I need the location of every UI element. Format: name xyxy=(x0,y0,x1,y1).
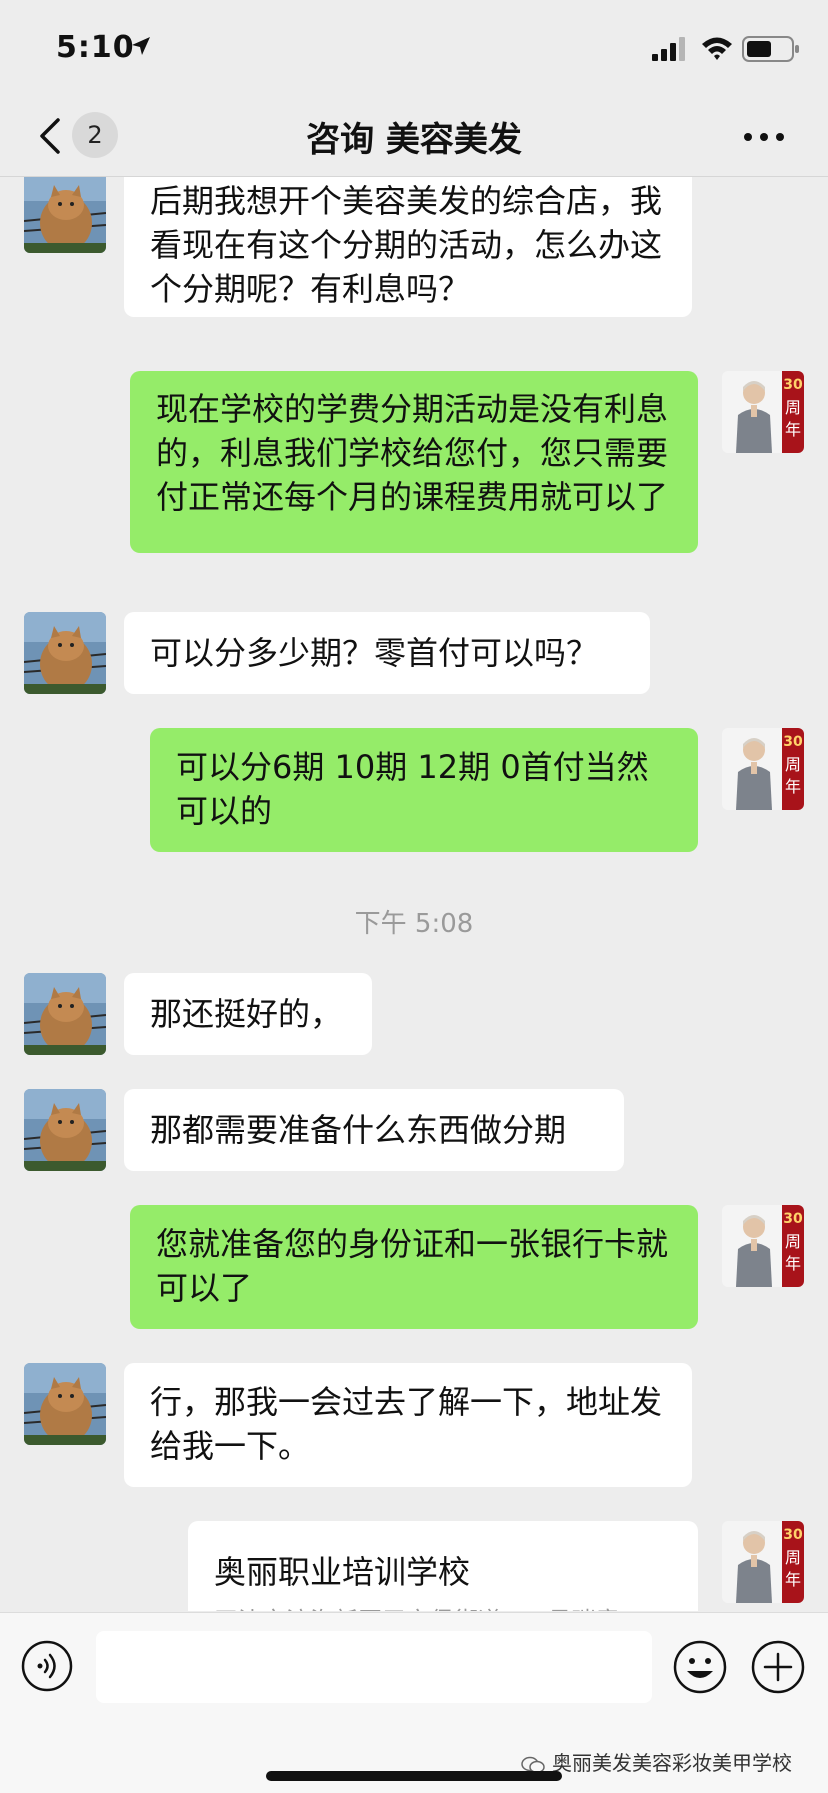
watermark: 奥丽美发美容彩妆美甲学校 xyxy=(520,1747,820,1776)
svg-text:周: 周 xyxy=(785,755,801,774)
contact-avatar[interactable] xyxy=(24,177,106,253)
svg-text:年: 年 xyxy=(785,1570,801,1589)
status-bar: 5:10 xyxy=(0,0,828,100)
time-divider: 下午 5:08 xyxy=(354,909,474,939)
chat-area[interactable]: 后期我想开个美容美发的综合店，我看现在有这个分期的活动，怎么办这个分期呢？有利息… xyxy=(0,177,828,1611)
cat-photo-icon xyxy=(24,177,106,253)
message-text: 那还挺好的， xyxy=(150,995,343,1033)
svg-text:年: 年 xyxy=(785,1254,801,1273)
received-message-bubble[interactable]: 可以分多少期？零首付可以吗？ xyxy=(124,612,650,694)
svg-text:周: 周 xyxy=(785,1548,801,1567)
teacher-photo-icon: 30 周年 xyxy=(722,728,804,810)
self-avatar[interactable]: 30 周年 xyxy=(722,371,804,453)
svg-text:30: 30 xyxy=(783,1527,803,1543)
message-text: 后期我想开个美容美发的综合店，我看现在有这个分期的活动，怎么办这个分期呢？有利息… xyxy=(150,182,663,308)
received-message-bubble[interactable]: 那还挺好的， xyxy=(124,973,372,1055)
contact-avatar[interactable] xyxy=(24,612,106,694)
received-message-bubble[interactable]: 后期我想开个美容美发的综合店，我看现在有这个分期的活动，怎么办这个分期呢？有利息… xyxy=(124,177,692,317)
home-indicator xyxy=(266,1771,562,1781)
message-text: 您就准备您的身份证和一张银行卡就可以了 xyxy=(156,1225,669,1307)
svg-text:周: 周 xyxy=(785,398,801,417)
sent-message-bubble[interactable]: 您就准备您的身份证和一张银行卡就可以了 xyxy=(130,1205,698,1329)
wifi-icon xyxy=(702,37,732,60)
contact-avatar[interactable] xyxy=(24,1363,106,1445)
status-time: 5:10 xyxy=(56,30,135,65)
cat-photo-icon xyxy=(24,973,106,1055)
nav-bar: 2 咨询 美容美发 xyxy=(0,100,828,177)
more-icon[interactable] xyxy=(742,130,786,144)
location-address: 天津市滨海新区于家堡街道588号瑞意… xyxy=(214,1601,654,1611)
svg-text:30: 30 xyxy=(783,377,803,393)
emoji-icon[interactable] xyxy=(672,1639,728,1695)
signal-icon xyxy=(652,37,685,61)
svg-text:年: 年 xyxy=(785,420,801,439)
received-message-bubble[interactable]: 那都需要准备什么东西做分期 xyxy=(124,1089,624,1171)
svg-text:30: 30 xyxy=(783,734,803,750)
teacher-photo-icon: 30 周年 xyxy=(722,371,804,453)
message-text: 可以分6期 10期 12期 0首付当然可以的 xyxy=(176,748,649,830)
teacher-photo-icon: 30 周年 xyxy=(722,1205,804,1287)
message-text: 可以分多少期？零首付可以吗？ xyxy=(150,634,599,672)
message-text: 行，那我一会过去了解一下，地址发给我一下。 xyxy=(150,1383,663,1465)
chat-title: 咨询 美容美发 xyxy=(306,120,522,160)
input-bar: 奥丽美发美容彩妆美甲学校 xyxy=(0,1612,828,1793)
watermark-text: 奥丽美发美容彩妆美甲学校 xyxy=(552,1751,792,1775)
self-avatar[interactable]: 30 周年 xyxy=(722,1521,804,1603)
battery-icon xyxy=(742,36,799,62)
teacher-photo-icon: 30 周年 xyxy=(722,1521,804,1603)
cat-photo-icon xyxy=(24,612,106,694)
location-name: 奥丽职业培训学校 xyxy=(214,1553,471,1591)
voice-icon[interactable] xyxy=(20,1639,74,1693)
message-text: 那都需要准备什么东西做分期 xyxy=(150,1111,567,1149)
contact-avatar[interactable] xyxy=(24,1089,106,1171)
svg-text:年: 年 xyxy=(785,777,801,796)
plus-icon[interactable] xyxy=(750,1639,806,1695)
received-message-bubble[interactable]: 行，那我一会过去了解一下，地址发给我一下。 xyxy=(124,1363,692,1487)
self-avatar[interactable]: 30 周年 xyxy=(722,1205,804,1287)
location-arrow-icon xyxy=(132,37,150,55)
sent-message-bubble[interactable]: 可以分6期 10期 12期 0首付当然可以的 xyxy=(150,728,698,852)
svg-text:周: 周 xyxy=(785,1232,801,1251)
svg-text:30: 30 xyxy=(783,1211,803,1227)
message-text: 现在学校的学费分期活动是没有利息的，利息我们学校给您付，您只需要付正常还每个月的… xyxy=(156,390,669,516)
cat-photo-icon xyxy=(24,1363,106,1445)
cat-photo-icon xyxy=(24,1089,106,1171)
contact-avatar[interactable] xyxy=(24,973,106,1055)
self-avatar[interactable]: 30 周年 xyxy=(722,728,804,810)
location-card[interactable]: 奥丽职业培训学校 天津市滨海新区于家堡街道588号瑞意… xyxy=(188,1521,698,1611)
sent-message-bubble[interactable]: 现在学校的学费分期活动是没有利息的，利息我们学校给您付，您只需要付正常还每个月的… xyxy=(130,371,698,553)
message-input[interactable] xyxy=(96,1631,652,1703)
